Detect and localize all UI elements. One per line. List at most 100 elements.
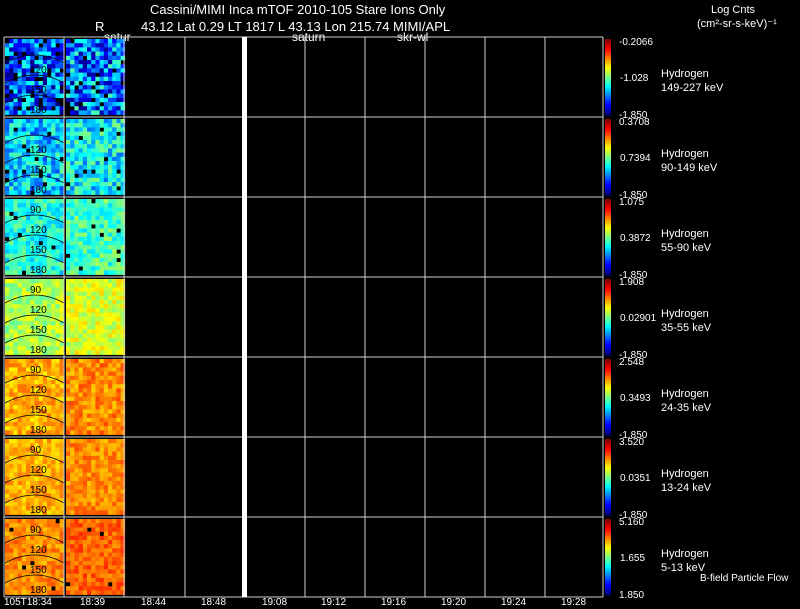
image-pixel bbox=[59, 224, 65, 229]
image-pixel bbox=[116, 97, 121, 103]
image-pixel bbox=[112, 333, 117, 339]
image-pixel bbox=[82, 140, 88, 145]
image-pixel bbox=[66, 380, 71, 385]
image-pixel bbox=[55, 565, 60, 570]
image-pixel bbox=[38, 156, 44, 162]
image-pixel bbox=[55, 148, 60, 153]
image-pixel bbox=[74, 375, 79, 381]
image-pixel bbox=[13, 287, 18, 292]
image-pixel bbox=[66, 135, 71, 141]
image-pixel bbox=[87, 287, 92, 292]
image-pixel bbox=[74, 110, 79, 115]
image-pixel bbox=[99, 300, 105, 305]
image-pixel bbox=[55, 531, 60, 537]
image-pixel bbox=[70, 523, 75, 528]
image-pixel bbox=[78, 148, 84, 153]
image-pixel bbox=[82, 531, 88, 537]
image-pixel bbox=[9, 262, 14, 267]
image-pixel bbox=[59, 245, 65, 250]
image-pixel bbox=[21, 367, 27, 372]
image-pixel bbox=[82, 207, 88, 212]
image-pixel bbox=[82, 312, 88, 318]
image-pixel bbox=[87, 472, 92, 478]
image-pixel bbox=[34, 60, 39, 65]
image-pixel bbox=[70, 68, 75, 73]
image-pixel bbox=[66, 350, 71, 355]
image-pixel bbox=[42, 60, 48, 65]
image-pixel bbox=[59, 228, 65, 233]
image-pixel bbox=[55, 68, 60, 73]
image-pixel bbox=[47, 577, 52, 583]
image-pixel bbox=[47, 565, 52, 570]
pitch-angle-label: 180 bbox=[30, 105, 47, 116]
image-pixel bbox=[108, 173, 113, 179]
image-pixel bbox=[112, 384, 117, 389]
image-pixel bbox=[78, 190, 84, 195]
image-pixel bbox=[70, 430, 75, 435]
image-pixel bbox=[99, 295, 105, 301]
image-pixel bbox=[59, 544, 65, 549]
image-pixel bbox=[66, 148, 71, 153]
image-pixel bbox=[70, 531, 75, 537]
image-pixel bbox=[26, 519, 31, 524]
image-pixel bbox=[112, 152, 117, 158]
image-pixel bbox=[47, 283, 52, 288]
image-pixel bbox=[55, 451, 60, 457]
image-pixel bbox=[91, 422, 96, 427]
image-pixel bbox=[99, 283, 105, 288]
image-pixel bbox=[38, 476, 44, 482]
image-pixel bbox=[91, 413, 96, 419]
image-pixel bbox=[87, 569, 92, 574]
image-pixel bbox=[17, 422, 23, 427]
image-pixel bbox=[59, 493, 65, 499]
image-pixel bbox=[26, 279, 31, 284]
image-pixel bbox=[47, 519, 52, 524]
image-pixel bbox=[95, 270, 100, 275]
image-pixel bbox=[59, 519, 65, 524]
image-pixel bbox=[108, 451, 113, 457]
image-pixel bbox=[5, 552, 10, 558]
image-pixel bbox=[59, 350, 65, 355]
image-pixel bbox=[21, 569, 27, 574]
image-pixel bbox=[17, 220, 23, 225]
image-pixel bbox=[82, 249, 88, 254]
image-pixel bbox=[70, 119, 75, 124]
image-pixel bbox=[78, 123, 84, 128]
image-pixel bbox=[91, 476, 96, 482]
image-pixel bbox=[17, 531, 23, 537]
image-pixel bbox=[5, 144, 10, 149]
image-pixel bbox=[112, 485, 117, 490]
image-pixel bbox=[26, 556, 31, 562]
image-pixel bbox=[99, 489, 105, 494]
image-pixel bbox=[82, 110, 88, 115]
image-pixel bbox=[17, 144, 23, 149]
image-pixel bbox=[91, 257, 96, 263]
image-pixel bbox=[82, 573, 88, 579]
image-pixel bbox=[82, 47, 88, 52]
image-pixel bbox=[70, 156, 75, 162]
image-pixel bbox=[66, 535, 71, 541]
image-pixel bbox=[51, 60, 56, 65]
image-pixel bbox=[66, 186, 71, 191]
image-pixel bbox=[116, 460, 121, 465]
image-pixel bbox=[74, 262, 79, 267]
image-pixel bbox=[99, 266, 105, 271]
image-pixel bbox=[70, 232, 75, 238]
image-pixel bbox=[78, 224, 84, 229]
image-pixel bbox=[30, 540, 35, 545]
image-pixel bbox=[51, 199, 56, 204]
image-pixel bbox=[99, 548, 105, 553]
image-pixel bbox=[103, 527, 109, 532]
image-pixel bbox=[116, 47, 121, 52]
image-pixel bbox=[51, 544, 56, 549]
image-pixel bbox=[87, 337, 92, 343]
image-pixel bbox=[112, 279, 117, 284]
image-pixel bbox=[112, 405, 117, 410]
image-pixel bbox=[42, 203, 48, 208]
image-pixel bbox=[70, 123, 75, 128]
image-pixel bbox=[78, 544, 84, 549]
image-pixel bbox=[91, 295, 96, 301]
image-pixel bbox=[51, 312, 56, 318]
image-pixel bbox=[78, 60, 84, 65]
image-pixel bbox=[70, 110, 75, 115]
